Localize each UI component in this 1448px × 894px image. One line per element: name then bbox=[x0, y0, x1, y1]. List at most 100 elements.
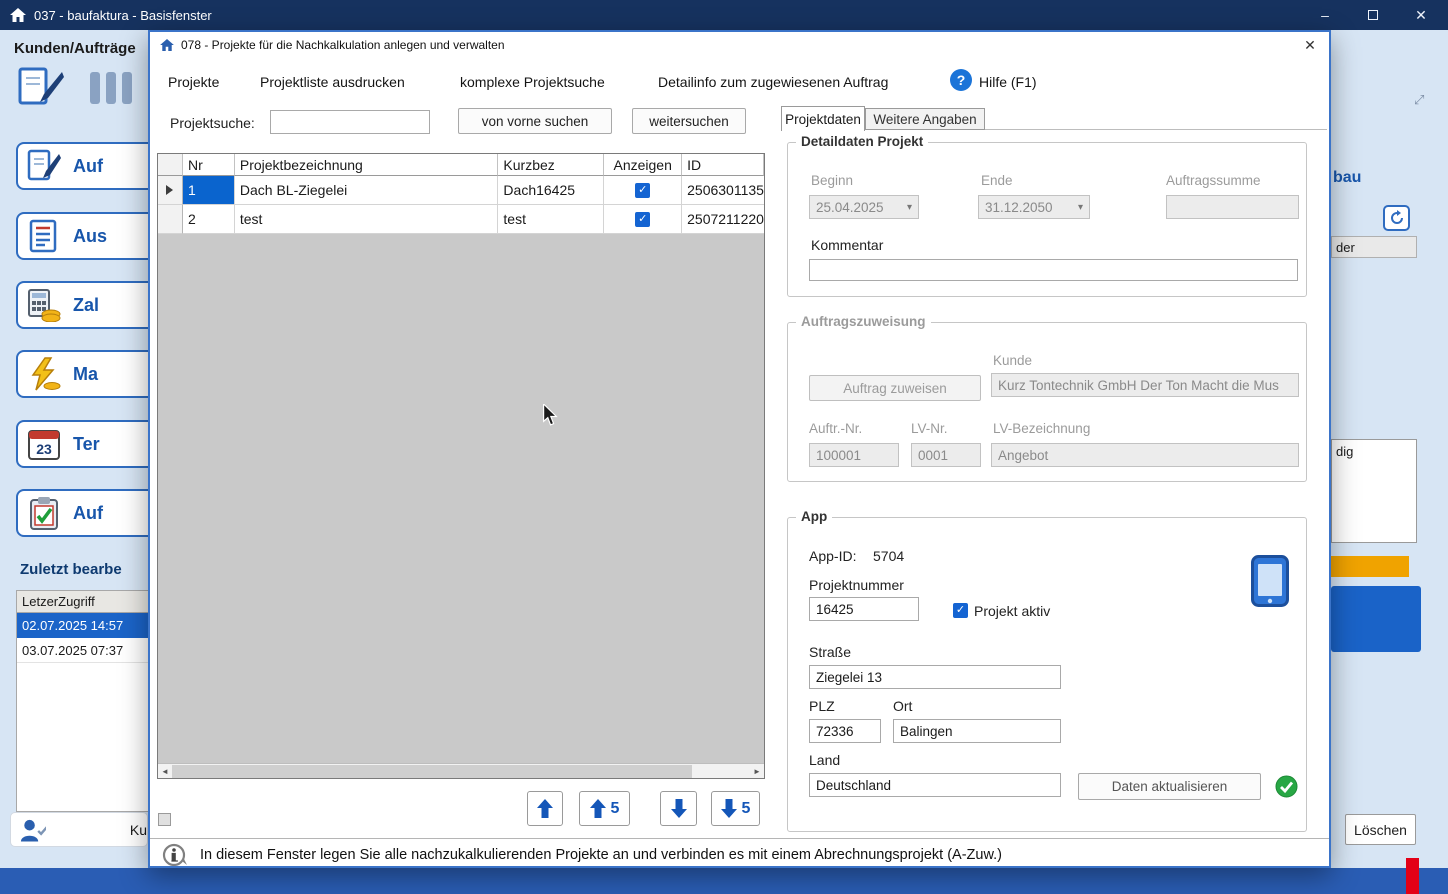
search-next-button[interactable]: weitersuchen bbox=[632, 108, 746, 134]
quickbar-label: Ku bbox=[129, 821, 147, 838]
right-panel-text-bau: bau bbox=[1333, 169, 1362, 186]
scroll-right-icon[interactable]: ► bbox=[750, 767, 764, 776]
lightning-coins-icon bbox=[31, 357, 61, 391]
menu-projektliste-ausdrucken[interactable]: Projektliste ausdrucken bbox=[260, 70, 405, 94]
statusbar-divider bbox=[150, 838, 1329, 839]
window-controls: – ✕ bbox=[1314, 5, 1438, 25]
projects-dialog: 078 - Projekte für die Nachkalkulation a… bbox=[148, 30, 1331, 868]
kommentar-input[interactable] bbox=[809, 259, 1298, 281]
cell-anzeigen[interactable]: ✓ bbox=[604, 205, 683, 234]
app-id-label: App-ID: bbox=[809, 548, 857, 564]
grid-empty-area bbox=[158, 234, 764, 763]
kunde-label: Kunde bbox=[993, 353, 1033, 368]
recent-column-header[interactable]: LetzerZugriff bbox=[17, 591, 148, 613]
cell-projektbezeichnung[interactable]: Dach BL-Ziegelei bbox=[234, 176, 499, 205]
projekt-aktiv-checkbox[interactable]: ✓ bbox=[953, 603, 968, 618]
grid-header-kurzbez[interactable]: Kurzbez bbox=[498, 154, 605, 176]
cell-id[interactable]: 2507211220 bbox=[682, 205, 764, 234]
grid-header-id[interactable]: ID bbox=[682, 154, 764, 176]
delete-button[interactable]: Löschen bbox=[1345, 814, 1416, 845]
sidebar-item-zahlungen[interactable]: Zal bbox=[16, 281, 166, 329]
projektnummer-input[interactable] bbox=[809, 597, 919, 621]
row-selector-cell[interactable] bbox=[158, 176, 183, 205]
maximize-icon[interactable] bbox=[1362, 5, 1384, 25]
arrow-down-icon bbox=[720, 799, 737, 818]
chevron-down-icon[interactable]: ▾ bbox=[1078, 202, 1083, 213]
menu-detailinfo-auftrag[interactable]: Detailinfo zum zugewiesenen Auftrag bbox=[658, 70, 888, 94]
menu-projekte[interactable]: Projekte bbox=[168, 70, 219, 94]
cell-nr[interactable]: 1 bbox=[182, 176, 235, 205]
building-columns-icon[interactable] bbox=[88, 70, 136, 106]
beginn-datepicker[interactable]: 25.04.2025 ▾ bbox=[809, 195, 919, 219]
refresh-button[interactable] bbox=[1383, 205, 1410, 231]
grid-header-anzeigen[interactable]: Anzeigen bbox=[604, 154, 683, 176]
auftr-nr-field: 100001 bbox=[809, 443, 899, 467]
recent-row[interactable]: 03.07.2025 07:37 bbox=[17, 638, 148, 663]
calculator-coins-icon bbox=[28, 289, 61, 322]
kunde-field: Kurz Tontechnik GmbH Der Ton Macht die M… bbox=[991, 373, 1299, 397]
sidebar-item-aufgaben[interactable]: Auf bbox=[16, 489, 166, 537]
grid-header-selector[interactable] bbox=[158, 154, 183, 176]
row-up-button[interactable] bbox=[527, 791, 563, 826]
project-search-input[interactable] bbox=[270, 110, 430, 134]
scroll-left-icon[interactable]: ◄ bbox=[158, 767, 172, 776]
grid-header-nr[interactable]: Nr bbox=[182, 154, 235, 176]
row-down-button[interactable] bbox=[660, 791, 697, 826]
close-icon[interactable]: ✕ bbox=[1410, 5, 1432, 25]
mouse-cursor bbox=[543, 404, 558, 426]
recent-heading: Zuletzt bearbe bbox=[20, 561, 122, 578]
daten-aktualisieren-button[interactable]: Daten aktualisieren bbox=[1078, 773, 1261, 800]
cell-nr[interactable]: 2 bbox=[182, 205, 235, 234]
cell-projektbezeichnung[interactable]: test bbox=[234, 205, 499, 234]
tab-weitere-angaben[interactable]: Weitere Angaben bbox=[865, 108, 985, 130]
minimize-icon[interactable]: – bbox=[1314, 5, 1336, 25]
sidebar-item-label: Ma bbox=[73, 363, 99, 384]
app-id-value: 5704 bbox=[873, 548, 905, 564]
anzeigen-checkbox[interactable]: ✓ bbox=[635, 211, 651, 227]
auftrag-zuweisen-button[interactable]: Auftrag zuweisen bbox=[809, 375, 981, 401]
menu-komplexe-projektsuche[interactable]: komplexe Projektsuche bbox=[460, 70, 605, 94]
search-from-start-button[interactable]: von vorne suchen bbox=[458, 108, 612, 134]
bottom-left-checkbox[interactable] bbox=[158, 813, 171, 826]
plz-input[interactable] bbox=[809, 719, 881, 743]
anzeigen-checkbox[interactable]: ✓ bbox=[635, 182, 651, 198]
horizontal-scrollbar[interactable]: ◄ ► bbox=[158, 763, 764, 778]
tab-projektdaten[interactable]: Projektdaten bbox=[781, 106, 865, 131]
chevron-down-icon[interactable]: ▾ bbox=[907, 202, 912, 213]
land-label: Land bbox=[809, 752, 841, 768]
grid-row[interactable]: 2 test test ✓ 2507211220 bbox=[158, 205, 764, 234]
refresh-icon bbox=[1390, 210, 1403, 224]
dialog-close-icon[interactable]: ✕ bbox=[1297, 34, 1323, 56]
grid-header-projektbezeichnung[interactable]: Projektbezeichnung bbox=[234, 154, 499, 176]
recent-row[interactable]: 02.07.2025 14:57 bbox=[17, 613, 148, 638]
orange-status-bar bbox=[1331, 556, 1409, 577]
beginn-label: Beginn bbox=[811, 173, 854, 188]
ort-input[interactable] bbox=[893, 719, 1061, 743]
ende-label: Ende bbox=[981, 173, 1013, 188]
sidebar-item-ausgang[interactable]: Aus bbox=[16, 212, 166, 260]
customer-quickbar[interactable]: Ku bbox=[10, 812, 148, 847]
strasse-input[interactable] bbox=[809, 665, 1061, 689]
sidebar-item-auftraege[interactable]: Auf bbox=[16, 142, 166, 190]
grid-row[interactable]: 1 Dach BL-Ziegelei Dach16425 ✓ 250630113… bbox=[158, 176, 764, 205]
cell-anzeigen[interactable]: ✓ bbox=[604, 176, 683, 205]
cell-kurzbez[interactable]: test bbox=[498, 205, 605, 234]
document-pen-icon[interactable] bbox=[18, 66, 64, 106]
cell-kurzbez[interactable]: Dach16425 bbox=[498, 176, 605, 205]
ende-datepicker[interactable]: 31.12.2050 ▾ bbox=[978, 195, 1090, 219]
row-down-5-button[interactable]: 5 bbox=[711, 791, 760, 826]
auftragssumme-label: Auftragssumme bbox=[1166, 173, 1261, 188]
help-icon[interactable]: ? bbox=[950, 69, 972, 91]
expand-icon[interactable]: ⤢ bbox=[1414, 92, 1424, 108]
menu-hilfe[interactable]: Hilfe (F1) bbox=[979, 70, 1037, 94]
sidebar-item-mahnungen[interactable]: Ma bbox=[16, 350, 166, 398]
right-panel-field-der: der bbox=[1331, 236, 1417, 258]
cell-id[interactable]: 2506301135 bbox=[682, 176, 764, 205]
row-selector-cell[interactable] bbox=[158, 205, 183, 234]
main-titlebar: 037 - baufaktura - Basisfenster – ✕ bbox=[0, 0, 1448, 30]
land-input[interactable] bbox=[809, 773, 1061, 797]
sidebar-item-termine[interactable]: 23 Ter bbox=[16, 420, 166, 468]
row-up-5-button[interactable]: 5 bbox=[579, 791, 630, 826]
scrollbar-thumb[interactable] bbox=[172, 765, 692, 778]
person-icon bbox=[20, 819, 46, 842]
